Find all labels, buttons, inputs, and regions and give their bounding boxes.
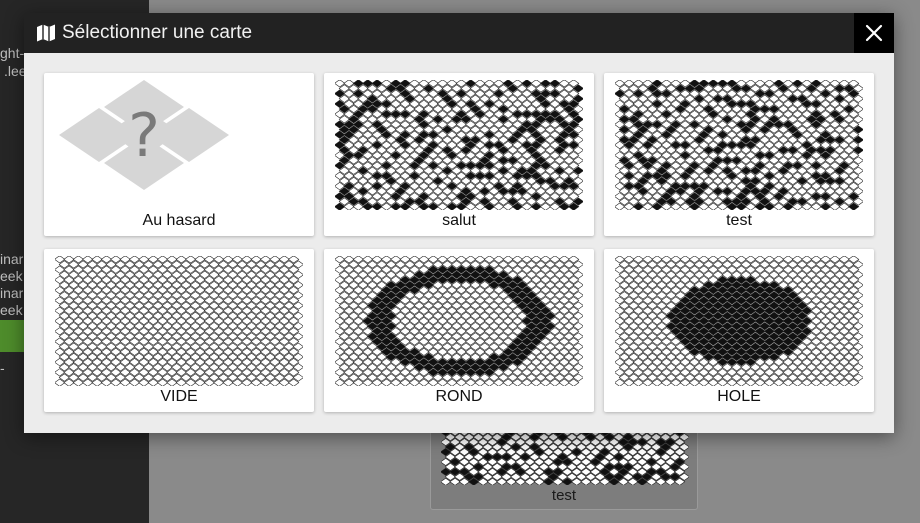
map-thumbnail <box>55 256 303 386</box>
map-thumbnail <box>335 80 583 210</box>
svg-text:?: ? <box>128 101 160 171</box>
background-text-fragment: inar <box>0 285 24 301</box>
map-card-random[interactable]: ? Au hasard <box>44 73 314 236</box>
background-text-fragment: inar <box>0 251 24 267</box>
map-select-modal: Sélectionner une carte ? Au hasard salut… <box>24 13 894 433</box>
background-text-fragment: eek <box>0 302 23 318</box>
map-label: salut <box>442 212 476 229</box>
modal-title: Sélectionner une carte <box>62 22 253 43</box>
map-thumbnail <box>615 80 863 210</box>
map-thumbnail <box>615 256 863 386</box>
close-button[interactable] <box>854 13 894 53</box>
map-label: HOLE <box>717 388 761 405</box>
map-card-vide[interactable]: VIDE <box>44 249 314 412</box>
background-text-fragment: ght- <box>0 45 25 61</box>
map-label: ROND <box>435 388 483 405</box>
background-text-fragment: eek <box>0 268 23 284</box>
map-label: test <box>726 212 752 229</box>
background-green-button <box>0 320 24 352</box>
map-card-test[interactable]: test <box>604 73 874 236</box>
map-card-rond[interactable]: ROND <box>324 249 594 412</box>
random-icon: ? <box>59 80 229 190</box>
modal-header: Sélectionner une carte <box>24 13 894 53</box>
map-icon <box>37 24 55 42</box>
background-text-fragment: - <box>0 360 5 376</box>
map-thumbnail <box>335 256 583 386</box>
map-label: Au hasard <box>142 212 216 229</box>
close-icon <box>865 24 883 42</box>
map-card-salut[interactable]: salut <box>324 73 594 236</box>
background-map-label: test <box>551 487 577 504</box>
map-label: VIDE <box>160 388 198 405</box>
map-card-hole[interactable]: HOLE <box>604 249 874 412</box>
